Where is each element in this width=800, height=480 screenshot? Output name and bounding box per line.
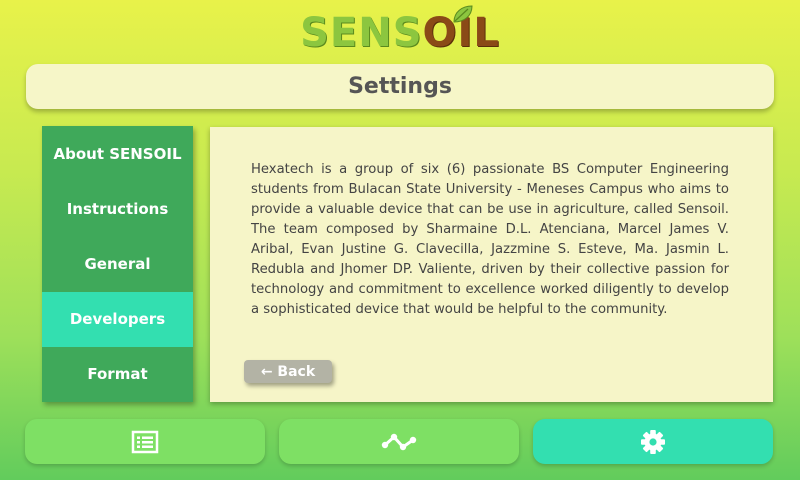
sidebar-item-about[interactable]: About SENSOIL — [42, 126, 193, 181]
settings-sidebar: About SENSOIL Instructions General Devel… — [42, 126, 193, 402]
content-panel: Hexatech is a group of six (6) passionat… — [210, 127, 773, 402]
gear-icon — [641, 429, 665, 454]
app-logo: SENSOIL — [0, 5, 800, 58]
title-bar: Settings — [26, 64, 774, 109]
page-title: Settings — [348, 74, 452, 99]
graph-icon — [381, 433, 417, 450]
leaf-icon — [453, 5, 473, 23]
logo-text-sens: SENS — [300, 10, 423, 56]
nav-settings-button[interactable] — [533, 419, 773, 464]
list-icon — [131, 430, 159, 453]
sidebar-item-format[interactable]: Format — [42, 347, 193, 402]
sidebar-item-instructions[interactable]: Instructions — [42, 181, 193, 236]
sidebar-item-developers[interactable]: Developers — [42, 291, 193, 347]
nav-list-button[interactable] — [25, 419, 265, 464]
back-button[interactable]: ← Back — [244, 360, 332, 383]
logo-text: SENSOIL — [300, 5, 500, 56]
nav-graph-button[interactable] — [279, 419, 519, 464]
developers-description: Hexatech is a group of six (6) passionat… — [251, 162, 729, 317]
sidebar-item-general[interactable]: General — [42, 236, 193, 291]
